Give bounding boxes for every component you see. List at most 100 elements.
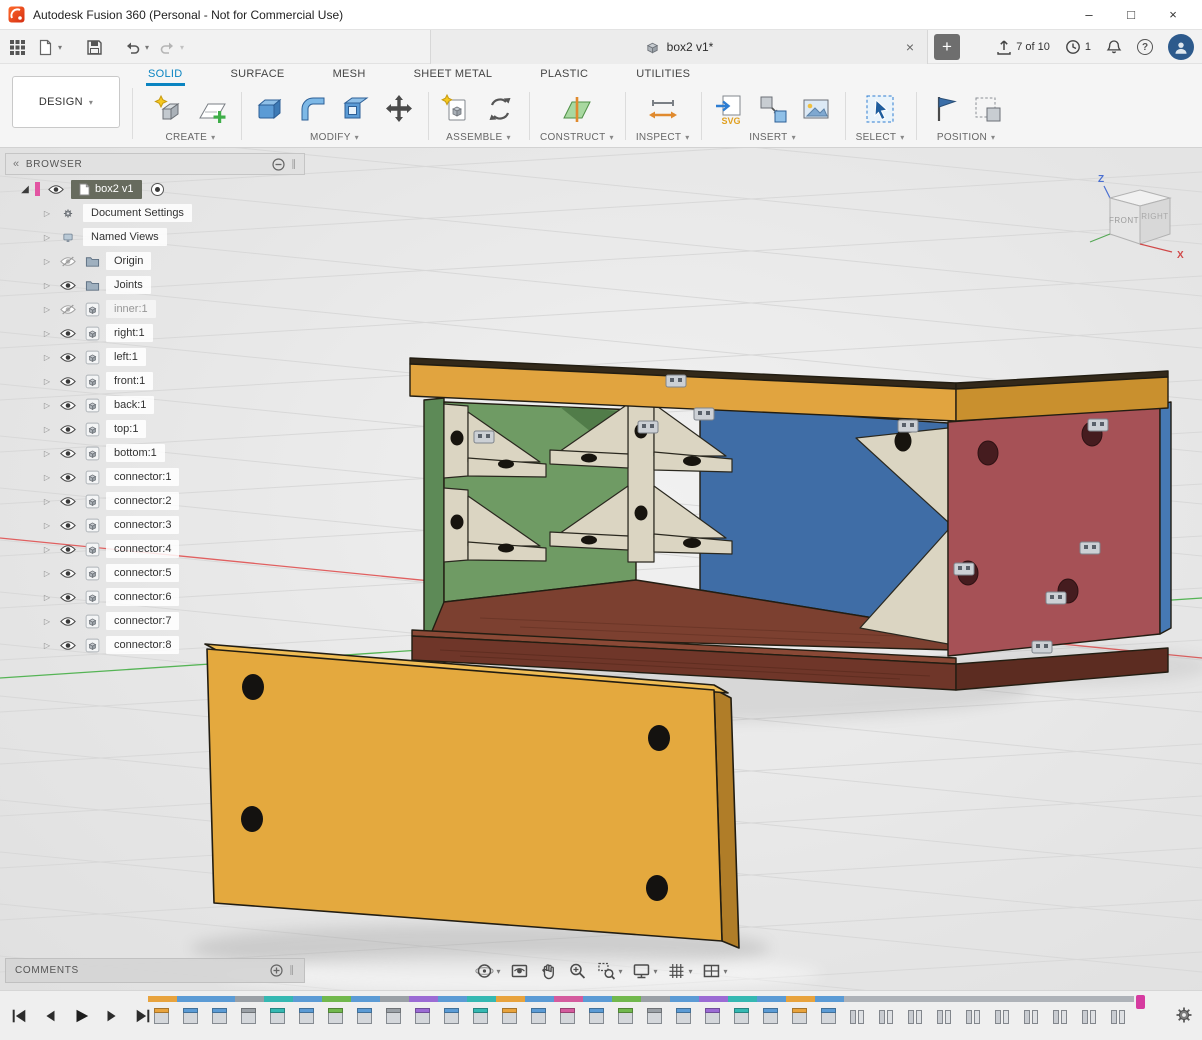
expand-icon[interactable]: ▷ [41, 593, 53, 602]
timeline-feature-component-22[interactable] [757, 1006, 786, 1028]
capture-position-icon[interactable] [970, 91, 1006, 127]
timeline-feature-joint-31[interactable] [1018, 1006, 1047, 1028]
display-settings-icon[interactable] [629, 959, 659, 983]
timeline-strip-segment[interactable] [873, 996, 902, 1002]
timeline-strip-segment[interactable] [206, 996, 235, 1002]
eye-icon[interactable] [45, 184, 67, 195]
joint-snap-chip[interactable] [1088, 419, 1108, 431]
timeline-feature-joint-26[interactable] [873, 1006, 902, 1028]
timeline-strip-segment[interactable] [612, 996, 641, 1002]
new-component-icon[interactable] [439, 91, 475, 127]
save-button[interactable] [81, 33, 107, 61]
expand-icon[interactable]: ▷ [41, 329, 53, 338]
expand-icon[interactable]: ▷ [41, 545, 53, 554]
timeline-strip-segment[interactable] [409, 996, 438, 1002]
joint-snap-chip[interactable] [898, 420, 918, 432]
job-status[interactable]: 7 of 10 [996, 39, 1050, 55]
pan-icon[interactable] [536, 959, 560, 983]
timeline-feature-component-24[interactable] [815, 1006, 844, 1028]
joint-snap-chip[interactable] [1080, 542, 1100, 554]
fillet-icon[interactable] [295, 91, 331, 127]
ribbon-tab-mesh[interactable]: MESH [331, 64, 368, 86]
item-label[interactable]: connector:6 [106, 588, 179, 606]
timeline-feature-component-6[interactable] [293, 1006, 322, 1028]
new-tab-button[interactable]: + [934, 34, 960, 60]
item-label[interactable]: connector:2 [106, 492, 179, 510]
eye-icon-on[interactable] [57, 400, 79, 411]
expand-icon[interactable]: ▷ [41, 569, 53, 578]
timeline-feature-joint-34[interactable] [1105, 1006, 1134, 1028]
browser-item-connector-7[interactable]: ▷ connector:7 [5, 609, 305, 633]
group-label-create[interactable]: CREATE [166, 132, 216, 143]
grid-display-icon[interactable] [665, 959, 695, 983]
document-tab-close[interactable]: × [901, 38, 919, 56]
item-label[interactable]: connector:1 [106, 468, 179, 486]
viewport[interactable]: « BROWSER ∥ ◢ box2 v1 ▷ [0, 148, 1202, 990]
timeline-feature-joint-30[interactable] [989, 1006, 1018, 1028]
item-label[interactable]: right:1 [106, 324, 153, 342]
browser-item-right-1[interactable]: ▷ right:1 [5, 321, 305, 345]
item-label[interactable]: top:1 [106, 420, 146, 438]
item-label[interactable]: back:1 [106, 396, 154, 414]
measure-icon[interactable] [645, 91, 681, 127]
expand-icon[interactable]: ▷ [41, 401, 53, 410]
timeline-strip-segment[interactable] [264, 996, 293, 1002]
expand-icon[interactable]: ▷ [41, 521, 53, 530]
eye-icon-off[interactable] [57, 256, 79, 267]
item-label[interactable]: connector:7 [106, 612, 179, 630]
item-label[interactable]: Joints [106, 276, 151, 294]
eye-icon-on[interactable] [57, 568, 79, 579]
joint-snap-chip[interactable] [666, 375, 686, 387]
timeline-strip-segment[interactable] [1076, 996, 1105, 1002]
browser-item-back-1[interactable]: ▷ back:1 [5, 393, 305, 417]
ribbon-tab-surface[interactable]: SURFACE [229, 64, 287, 86]
timeline-strip-segment[interactable] [902, 996, 931, 1002]
file-menu-button[interactable] [34, 33, 65, 61]
play-button[interactable] [70, 1005, 92, 1027]
insert-derive-icon[interactable] [755, 91, 791, 127]
construct-plane-icon[interactable] [559, 91, 595, 127]
insert-svg-icon[interactable]: SVG [712, 91, 748, 127]
eye-icon-on[interactable] [57, 280, 79, 291]
joint-snap-chip[interactable] [474, 431, 494, 443]
minimize-panel-icon[interactable] [272, 158, 285, 171]
redo-button[interactable] [156, 33, 187, 61]
timeline-feature-component-13[interactable] [496, 1006, 525, 1028]
group-label-inspect[interactable]: INSPECT [636, 132, 690, 143]
eye-icon-on[interactable] [57, 544, 79, 555]
timeline-strip-segment[interactable] [322, 996, 351, 1002]
browser-item-connector-4[interactable]: ▷ connector:4 [5, 537, 305, 561]
eye-icon-on[interactable] [57, 376, 79, 387]
group-label-insert[interactable]: INSERT [749, 132, 796, 143]
timeline-feature-component-2[interactable] [177, 1006, 206, 1028]
timeline-feature-joint-25[interactable] [844, 1006, 873, 1028]
browser-item-connector-2[interactable]: ▷ connector:2 [5, 489, 305, 513]
expand-icon[interactable]: ▷ [41, 353, 53, 362]
joint-snap-chip[interactable] [694, 408, 714, 420]
timeline-feature-component-10[interactable] [409, 1006, 438, 1028]
timeline-feature-component-11[interactable] [438, 1006, 467, 1028]
item-label[interactable]: connector:8 [106, 636, 179, 654]
timeline-strip-segment[interactable] [235, 996, 264, 1002]
collapse-icon[interactable]: « [13, 158, 20, 170]
timeline-feature-component-15[interactable] [554, 1006, 583, 1028]
expand-icon[interactable]: ◢ [19, 184, 31, 195]
avatar[interactable] [1168, 34, 1194, 60]
timeline-feature-component-9[interactable] [380, 1006, 409, 1028]
press-pull-icon[interactable] [252, 91, 288, 127]
timeline-feature-component-16[interactable] [583, 1006, 612, 1028]
expand-icon[interactable]: ▷ [41, 233, 53, 242]
browser-item-bottom-1[interactable]: ▷ bottom:1 [5, 441, 305, 465]
item-label[interactable]: bottom:1 [106, 444, 165, 462]
group-label-construct[interactable]: CONSTRUCT [540, 132, 614, 143]
timeline-feature-component-4[interactable] [235, 1006, 264, 1028]
group-label-assemble[interactable]: ASSEMBLE [446, 132, 511, 143]
item-label[interactable]: left:1 [106, 348, 146, 366]
item-label[interactable]: connector:5 [106, 564, 179, 582]
expand-icon[interactable]: ▷ [41, 305, 53, 314]
ribbon-tab-sheet-metal[interactable]: SHEET METAL [412, 64, 495, 86]
create-sketch-icon[interactable] [194, 91, 230, 127]
browser-item-document-settings[interactable]: ▷ Document Settings [5, 201, 305, 225]
eye-icon-on[interactable] [57, 520, 79, 531]
timeline-feature-component-20[interactable] [699, 1006, 728, 1028]
